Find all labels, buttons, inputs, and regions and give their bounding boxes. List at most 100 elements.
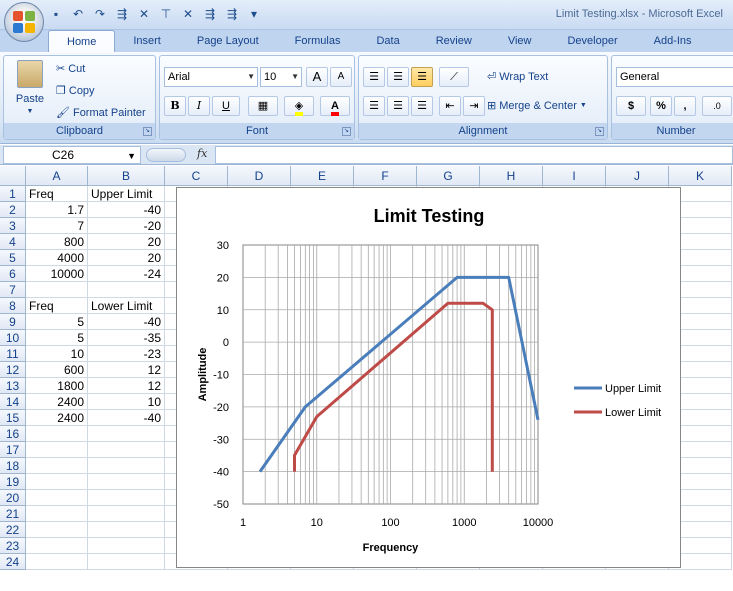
align-right-button[interactable]: ☰ [411, 96, 433, 116]
cell-b10[interactable]: -35 [88, 330, 165, 346]
row-header-2[interactable]: 2 [0, 202, 26, 218]
tab-home[interactable]: Home [48, 30, 116, 52]
cell-a4[interactable]: 800 [26, 234, 88, 250]
increase-decimal-button[interactable]: .0 [702, 96, 732, 116]
column-header-e[interactable]: E [291, 166, 354, 186]
italic-button[interactable]: I [188, 96, 210, 116]
undo-icon[interactable]: ↶ [70, 6, 86, 22]
row-header-21[interactable]: 21 [0, 506, 26, 522]
cell-a23[interactable] [26, 538, 88, 554]
cell-b1[interactable]: Upper Limit [88, 186, 165, 202]
dialog-launcher-icon[interactable]: ↘ [342, 127, 351, 136]
cell-a18[interactable] [26, 458, 88, 474]
cell-b7[interactable] [88, 282, 165, 298]
comma-button[interactable]: , [674, 96, 696, 116]
cell-a22[interactable] [26, 522, 88, 538]
number-format-select[interactable]: General [616, 67, 733, 87]
save-icon[interactable]: ▪ [48, 6, 64, 22]
shrink-font-button[interactable]: A [330, 67, 352, 87]
macro-icon-5[interactable]: ⇶ [202, 6, 218, 22]
cell-b6[interactable]: -24 [88, 266, 165, 282]
format-painter-button[interactable]: 🖌 Format Painter [56, 106, 146, 120]
column-header-d[interactable]: D [228, 166, 291, 186]
row-header-1[interactable]: 1 [0, 186, 26, 202]
row-header-9[interactable]: 9 [0, 314, 26, 330]
cell-a24[interactable] [26, 554, 88, 570]
font-name-select[interactable]: Arial ▼ [164, 67, 258, 87]
cell-b22[interactable] [88, 522, 165, 538]
copy-button[interactable]: ❐ Copy [56, 84, 95, 98]
row-header-22[interactable]: 22 [0, 522, 26, 538]
tab-insert[interactable]: Insert [115, 30, 179, 52]
bold-button[interactable]: B [164, 96, 186, 116]
increase-indent-button[interactable]: ⇥ [463, 96, 485, 116]
cell-a7[interactable] [26, 282, 88, 298]
cell-a21[interactable] [26, 506, 88, 522]
tab-review[interactable]: Review [418, 30, 490, 52]
cell-a2[interactable]: 1.7 [26, 202, 88, 218]
column-header-h[interactable]: H [480, 166, 543, 186]
row-header-18[interactable]: 18 [0, 458, 26, 474]
column-header-j[interactable]: J [606, 166, 669, 186]
row-header-3[interactable]: 3 [0, 218, 26, 234]
cell-a1[interactable]: Freq [26, 186, 88, 202]
cell-b3[interactable]: -20 [88, 218, 165, 234]
decrease-indent-button[interactable]: ⇤ [439, 96, 461, 116]
percent-button[interactable]: % [650, 96, 672, 116]
office-button[interactable] [4, 2, 44, 42]
borders-button[interactable]: ▦ [248, 96, 278, 116]
tab-formulas[interactable]: Formulas [277, 30, 359, 52]
column-header-k[interactable]: K [669, 166, 732, 186]
row-header-11[interactable]: 11 [0, 346, 26, 362]
cell-b24[interactable] [88, 554, 165, 570]
row-header-13[interactable]: 13 [0, 378, 26, 394]
cell-b15[interactable]: -40 [88, 410, 165, 426]
macro-icon-2[interactable]: ✕ [136, 6, 152, 22]
macro-icon-3[interactable]: ⊤ [158, 6, 174, 22]
column-header-i[interactable]: I [543, 166, 606, 186]
macro-icon-6[interactable]: ⇶ [224, 6, 240, 22]
cut-button[interactable]: ✂ Cut [56, 62, 85, 76]
row-header-12[interactable]: 12 [0, 362, 26, 378]
cell-b16[interactable] [88, 426, 165, 442]
tab-developer[interactable]: Developer [549, 30, 635, 52]
macro-icon-1[interactable]: ⇶ [114, 6, 130, 22]
cell-a20[interactable] [26, 490, 88, 506]
font-size-select[interactable]: 10 ▼ [260, 67, 302, 87]
row-header-17[interactable]: 17 [0, 442, 26, 458]
cell-a15[interactable]: 2400 [26, 410, 88, 426]
tab-data[interactable]: Data [358, 30, 417, 52]
bottom-align-button[interactable]: ☰ [411, 67, 433, 87]
row-header-5[interactable]: 5 [0, 250, 26, 266]
cell-a14[interactable]: 2400 [26, 394, 88, 410]
row-header-24[interactable]: 24 [0, 554, 26, 570]
row-header-6[interactable]: 6 [0, 266, 26, 282]
cell-b12[interactable]: 12 [88, 362, 165, 378]
chart-area[interactable]: Limit Testing 30 20 10 0 -10 -20 -30 -40 -50 1 10 10… [176, 187, 681, 568]
column-header-g[interactable]: G [417, 166, 480, 186]
macro-icon-4[interactable]: ✕ [180, 6, 196, 22]
cell-a9[interactable]: 5 [26, 314, 88, 330]
cell-a19[interactable] [26, 474, 88, 490]
cell-a13[interactable]: 1800 [26, 378, 88, 394]
cell-b11[interactable]: -23 [88, 346, 165, 362]
function-icon[interactable]: fx [197, 147, 207, 160]
select-all-corner[interactable] [0, 166, 26, 186]
row-header-20[interactable]: 20 [0, 490, 26, 506]
top-align-button[interactable]: ☰ [363, 67, 385, 87]
row-header-23[interactable]: 23 [0, 538, 26, 554]
cell-b17[interactable] [88, 442, 165, 458]
cell-b4[interactable]: 20 [88, 234, 165, 250]
cell-b13[interactable]: 12 [88, 378, 165, 394]
row-header-10[interactable]: 10 [0, 330, 26, 346]
row-header-19[interactable]: 19 [0, 474, 26, 490]
cell-b23[interactable] [88, 538, 165, 554]
cell-b5[interactable]: 20 [88, 250, 165, 266]
tab-page-layout[interactable]: Page Layout [179, 30, 277, 52]
fill-color-button[interactable]: ◈ [284, 96, 314, 116]
tab-add-ins[interactable]: Add-Ins [636, 30, 710, 52]
cell-b8[interactable]: Lower Limit [88, 298, 165, 314]
align-center-button[interactable]: ☰ [387, 96, 409, 116]
column-header-a[interactable]: A [26, 166, 88, 186]
currency-button[interactable]: $ [616, 96, 646, 116]
